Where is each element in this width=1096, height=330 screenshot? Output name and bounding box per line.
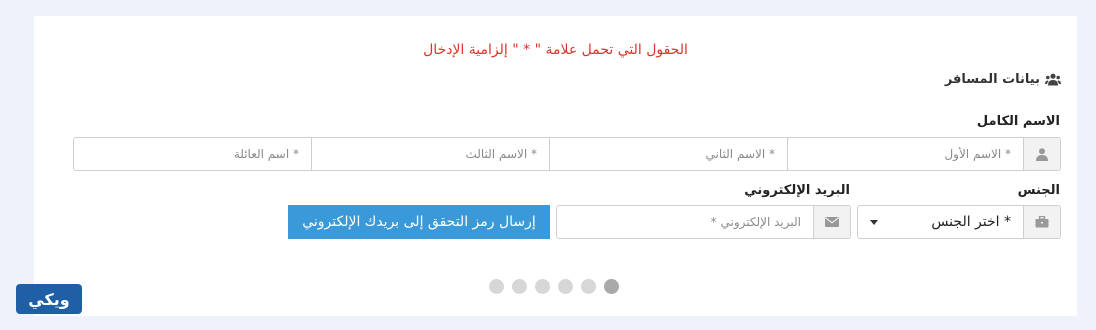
briefcase-icon xyxy=(1023,206,1060,238)
third-name-input[interactable] xyxy=(311,137,550,171)
send-verification-button[interactable]: إرسال رمز التحقق إلى بريدك الإلكتروني xyxy=(288,205,550,239)
users-icon xyxy=(1045,73,1061,86)
carousel-dot[interactable] xyxy=(558,279,573,294)
gender-label: الجنس xyxy=(1017,183,1060,198)
logo-text: ويكي xyxy=(28,289,70,309)
first-name-input[interactable] xyxy=(788,138,1023,170)
email-input[interactable] xyxy=(557,206,813,238)
family-name-input[interactable] xyxy=(73,137,312,171)
section-title: بيانات المسافر xyxy=(945,72,1061,87)
email-group xyxy=(556,205,851,239)
carousel-dot[interactable] xyxy=(581,279,596,294)
carousel-dot-active[interactable] xyxy=(604,279,619,294)
section-title-text: بيانات المسافر xyxy=(944,72,1040,87)
gender-selected-value: * اختر الجنس xyxy=(931,214,1011,230)
email-label: البريد الإلكتروني xyxy=(744,183,850,198)
user-icon xyxy=(1023,138,1060,170)
first-name-group xyxy=(787,137,1061,171)
envelope-icon xyxy=(813,206,850,238)
carousel-dot[interactable] xyxy=(512,279,527,294)
carousel-indicators xyxy=(489,279,619,294)
site-logo: ويكي xyxy=(16,284,82,314)
required-fields-notice: الحقول التي تحمل علامة " * " إلزامية الإ… xyxy=(423,42,688,58)
full-name-label: الاسم الكامل xyxy=(976,114,1060,129)
gender-select[interactable]: * اختر الجنس xyxy=(857,205,1061,239)
second-name-input[interactable] xyxy=(549,137,788,171)
chevron-down-icon xyxy=(870,219,878,225)
carousel-dot[interactable] xyxy=(489,279,504,294)
carousel-dot[interactable] xyxy=(535,279,550,294)
